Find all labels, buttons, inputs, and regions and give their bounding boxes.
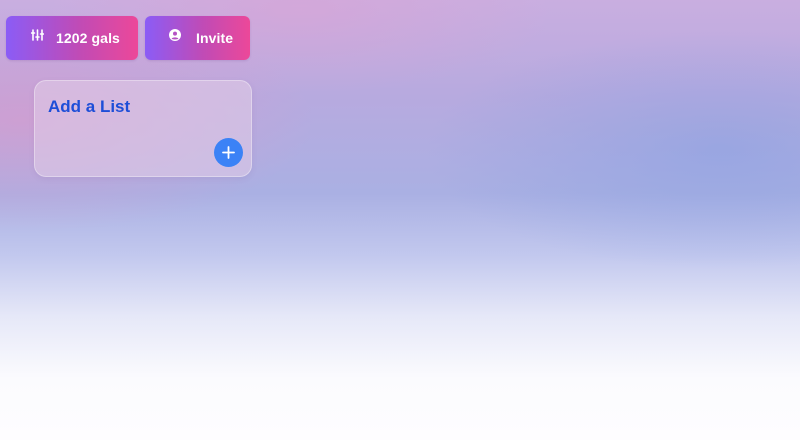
invite-button[interactable]: Invite — [145, 16, 250, 60]
page-background — [0, 0, 800, 440]
gals-count-button[interactable]: 1202 gals — [6, 16, 138, 60]
toolbar: 1202 gals Invite — [6, 16, 250, 60]
user-circle-icon — [168, 28, 182, 42]
plus-icon — [222, 146, 235, 159]
add-list-title[interactable]: Add a List — [48, 97, 130, 117]
sliders-icon — [30, 28, 44, 42]
invite-label: Invite — [196, 30, 234, 46]
gals-count-label: 1202 gals — [56, 30, 120, 46]
add-list-card: Add a List — [34, 80, 252, 177]
add-list-button[interactable] — [214, 138, 243, 167]
